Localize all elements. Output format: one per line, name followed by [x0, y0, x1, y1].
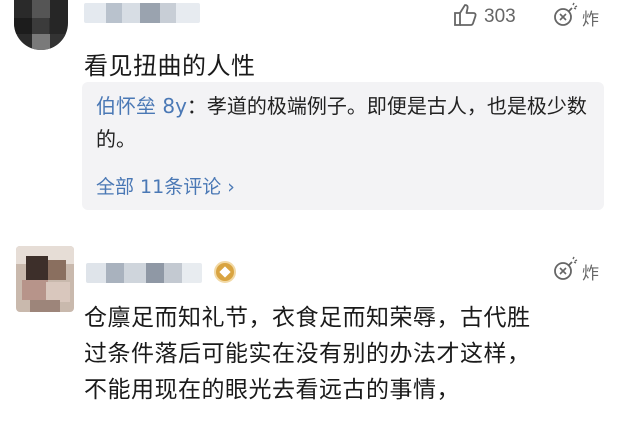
like-button[interactable]: 303: [452, 4, 516, 30]
comment-line: 仓廪足而知礼节，衣食足而知荣辱，古代胜: [84, 305, 531, 331]
view-all-replies-link[interactable]: 全部 11条评论 ›: [96, 172, 235, 199]
username-blurred[interactable]: [84, 3, 200, 23]
thumbs-up-icon: [452, 2, 478, 32]
reply-preview[interactable]: 伯怀垒 8y：孝道的极端例子。即便是古人，也是极少数的。 全部 11条评论 ›: [82, 82, 604, 210]
bomb-button[interactable]: 炸: [552, 2, 599, 32]
bomb-label: 炸: [582, 263, 599, 284]
avatar[interactable]: [14, 0, 68, 50]
username-blurred[interactable]: [86, 263, 202, 283]
avatar[interactable]: [16, 246, 74, 312]
bomb-button[interactable]: 炸: [552, 256, 599, 286]
bomb-icon: [552, 256, 578, 286]
reply-colon: ：: [186, 94, 207, 118]
comment-text: 仓廪足而知礼节，衣食足而知荣辱，古代胜 过条件落后可能实在没有别的办法才这样， …: [84, 300, 604, 408]
comment-text: 看见扭曲的人性: [84, 52, 256, 80]
like-count: 303: [484, 6, 516, 27]
level-badge-icon: [214, 261, 236, 283]
comment-line: 不能用现在的眼光去看远古的事情，: [84, 377, 460, 403]
reply-content: 伯怀垒 8y：孝道的极端例子。即便是古人，也是极少数的。: [96, 90, 596, 156]
comment-line: 过条件落后可能实在没有别的办法才这样，: [84, 341, 531, 367]
bomb-icon: [552, 2, 578, 32]
reply-author-link[interactable]: 伯怀垒 8y: [96, 94, 187, 118]
bomb-label: 炸: [582, 9, 599, 30]
